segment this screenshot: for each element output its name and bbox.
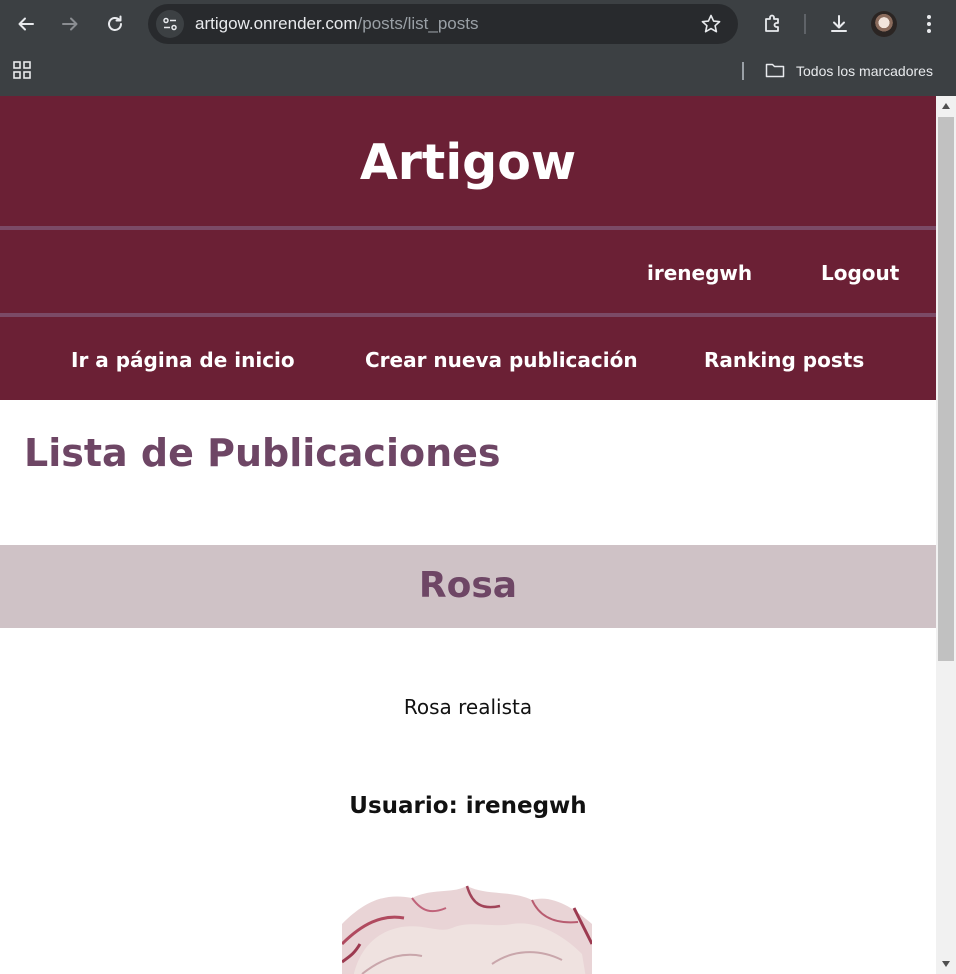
page-scrollbar[interactable] [936, 96, 956, 974]
toolbar-separator [804, 14, 806, 34]
post-author: Usuario: irenegwh [349, 793, 587, 819]
folder-icon[interactable] [765, 61, 785, 83]
back-icon[interactable] [10, 8, 42, 40]
logout-link[interactable]: Logout [821, 261, 899, 285]
profile-avatar[interactable] [871, 11, 897, 37]
scroll-up-arrow-icon[interactable] [936, 98, 956, 114]
browser-chrome: artigow.onrender.com/posts/list_posts To… [0, 0, 956, 96]
extensions-icon[interactable] [757, 8, 789, 40]
forward-icon[interactable] [54, 8, 86, 40]
url-path: /posts/list_posts [357, 14, 479, 33]
download-icon[interactable] [823, 8, 855, 40]
nav-home-link[interactable]: Ir a página de inicio [71, 348, 295, 372]
nav-new-post-link[interactable]: Crear nueva publicación [365, 348, 638, 372]
all-bookmarks-link[interactable]: Todos los marcadores [796, 62, 933, 80]
browser-toolbar: artigow.onrender.com/posts/list_posts [0, 0, 956, 48]
reload-icon[interactable] [99, 8, 131, 40]
username-link[interactable]: irenegwh [647, 261, 752, 285]
page-content: Artigow irenegwh Logout Ir a página de i… [0, 96, 936, 974]
bookmarks-separator [742, 62, 744, 80]
url-domain: artigow.onrender.com [195, 14, 358, 33]
site-header: Artigow irenegwh Logout Ir a página de i… [0, 96, 936, 400]
bookmark-star-icon[interactable] [700, 13, 722, 39]
header-divider [0, 226, 936, 230]
menu-kebab-icon[interactable] [913, 8, 945, 40]
page-title: Lista de Publicaciones [24, 431, 501, 475]
address-bar[interactable]: artigow.onrender.com/posts/list_posts [148, 4, 738, 44]
scroll-down-arrow-icon[interactable] [936, 956, 956, 972]
nav-divider [0, 313, 936, 317]
url-text[interactable]: artigow.onrender.com/posts/list_posts [195, 14, 479, 34]
post-title: Rosa [418, 565, 518, 606]
post-description: Rosa realista [403, 695, 533, 719]
apps-grid-icon[interactable] [13, 61, 31, 83]
site-title: Artigow [359, 134, 577, 191]
post-image-rose [342, 884, 592, 974]
scroll-thumb[interactable] [938, 117, 954, 661]
nav-ranking-link[interactable]: Ranking posts [704, 348, 864, 372]
post-title-bar: Rosa [0, 545, 936, 628]
site-info-icon[interactable] [156, 10, 184, 38]
